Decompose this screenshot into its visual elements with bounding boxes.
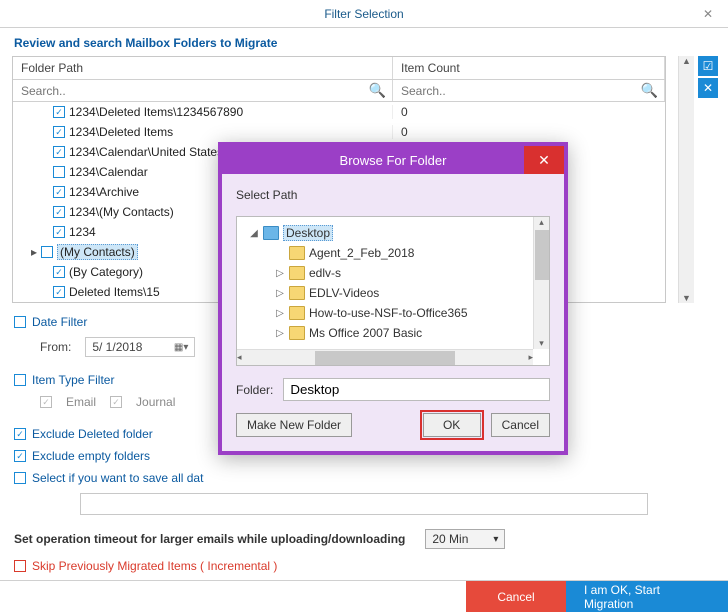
folder-icon — [289, 286, 305, 300]
folder-path-label: (My Contacts) — [57, 244, 138, 260]
table-row[interactable]: 1234\Deleted Items\1234567890 0 — [13, 102, 665, 122]
tree-node-label: Ms Office 2007 Basic — [309, 326, 422, 340]
chevron-down-icon: ▾ — [493, 534, 498, 545]
checkbox[interactable] — [41, 246, 53, 258]
checkbox[interactable] — [14, 316, 26, 328]
dialog-titlebar: Browse For Folder ✕ — [222, 146, 564, 174]
close-icon[interactable]: ✕ — [688, 0, 728, 28]
tree-node[interactable]: Agent_2_Feb_2018 — [241, 243, 545, 263]
folder-path-label: 1234 — [69, 225, 96, 239]
item-count-value: 0 — [393, 105, 665, 119]
checkbox[interactable] — [14, 428, 26, 440]
checkbox[interactable] — [53, 186, 65, 198]
window-titlebar: Filter Selection ✕ — [0, 0, 728, 28]
from-label: From: — [40, 340, 71, 354]
tree-node-label: How-to-use-NSF-to-Office365 — [309, 306, 468, 320]
checkbox[interactable] — [53, 166, 65, 178]
col-folder-path[interactable]: Folder Path — [13, 57, 393, 79]
tree-node[interactable]: ▷ edlv-s — [241, 263, 545, 283]
section-title: Review and search Mailbox Folders to Mig… — [0, 28, 728, 56]
tree-node-label: EDLV-Videos — [309, 286, 379, 300]
table-row[interactable]: 1234\Deleted Items 0 — [13, 122, 665, 142]
checkbox[interactable] — [53, 146, 65, 158]
tree-node-label: Desktop — [283, 225, 333, 241]
expander-icon[interactable]: ▷ — [275, 288, 285, 299]
save-path-input[interactable] — [80, 493, 648, 515]
skip-migrated-option[interactable]: Skip Previously Migrated Items ( Increme… — [0, 555, 728, 577]
checkbox[interactable] — [53, 106, 65, 118]
select-path-label: Select Path — [236, 188, 550, 202]
folder-icon — [289, 246, 305, 260]
tree-vertical-scrollbar[interactable]: ▴▾ — [533, 217, 549, 349]
tree-node-label: edlv-s — [309, 266, 341, 280]
browse-folder-dialog: Browse For Folder ✕ Select Path ◢ Desktop… — [218, 142, 568, 455]
folder-path-label: Deleted Items\15 — [69, 285, 160, 299]
expander-icon[interactable]: ▷ — [275, 308, 285, 319]
cancel-button[interactable]: Cancel — [466, 581, 566, 612]
expander-icon[interactable]: ◢ — [249, 228, 259, 239]
clear-all-icon[interactable]: ✕ — [698, 78, 718, 98]
folder-input[interactable] — [283, 378, 550, 401]
calendar-icon[interactable]: ▦▾ — [174, 342, 188, 353]
checkbox[interactable] — [14, 472, 26, 484]
select-all-icon[interactable]: ☑ — [698, 56, 718, 76]
grid-scrollbar[interactable]: ▲▼ — [678, 56, 694, 303]
grid-search-row: 🔍 🔍 — [13, 80, 665, 102]
tree-node[interactable]: ◢ Desktop — [241, 223, 545, 243]
folder-path-label: 1234\Calendar — [69, 165, 148, 179]
folder-path-label: 1234\Deleted Items\1234567890 — [69, 105, 243, 119]
grid-header: Folder Path Item Count — [13, 57, 665, 80]
dialog-title: Browse For Folder — [340, 153, 447, 168]
cancel-button[interactable]: Cancel — [491, 413, 550, 437]
checkbox[interactable] — [53, 226, 65, 238]
folder-icon — [289, 326, 305, 340]
checkbox[interactable] — [53, 206, 65, 218]
tree-node[interactable]: ▷ How-to-use-NSF-to-Office365 — [241, 303, 545, 323]
checkbox[interactable] — [53, 126, 65, 138]
folder-icon — [289, 306, 305, 320]
footer: Cancel I am OK, Start Migration — [0, 580, 728, 612]
search-icon[interactable]: 🔍 — [641, 82, 658, 99]
tree-node[interactable]: ▷ EDLV-Videos — [241, 283, 545, 303]
search-icon[interactable]: 🔍 — [369, 82, 386, 99]
checkbox — [110, 396, 122, 408]
folder-path-label: (By Category) — [69, 265, 143, 279]
save-all-option[interactable]: Select if you want to save all dat — [0, 467, 728, 489]
item-type-filter-label: Item Type Filter — [32, 373, 114, 387]
col-item-count[interactable]: Item Count — [393, 57, 665, 79]
folder-label: Folder: — [236, 383, 273, 397]
close-icon[interactable]: ✕ — [524, 146, 564, 174]
checkbox[interactable] — [53, 266, 65, 278]
ok-button[interactable]: OK — [423, 413, 481, 437]
window-title: Filter Selection — [324, 7, 403, 21]
from-date-input[interactable]: 5/ 1/2018 ▦▾ — [85, 337, 195, 357]
folder-path-label: 1234\Archive — [69, 185, 139, 199]
folder-path-label: 1234\Deleted Items — [69, 125, 173, 139]
folder-icon — [263, 226, 279, 240]
tree-node[interactable]: ▷ Ms Office 2007 Basic — [241, 323, 545, 343]
search-item-count[interactable] — [399, 83, 641, 99]
timeout-select[interactable]: 20 Min ▾ — [425, 529, 505, 549]
tree-node-label: Agent_2_Feb_2018 — [309, 246, 414, 260]
start-migration-button[interactable]: I am OK, Start Migration — [566, 581, 728, 612]
make-new-folder-button[interactable]: Make New Folder — [236, 413, 352, 437]
tree-horizontal-scrollbar[interactable]: ◂▸ — [237, 349, 533, 365]
checkbox[interactable] — [14, 560, 26, 572]
timeout-label: Set operation timeout for larger emails … — [14, 532, 405, 546]
checkbox[interactable] — [14, 450, 26, 462]
checkbox[interactable] — [53, 286, 65, 298]
folder-path-label: 1234\(My Contacts) — [69, 205, 174, 219]
checkbox[interactable] — [14, 374, 26, 386]
checkbox — [40, 396, 52, 408]
expander-icon[interactable]: ▷ — [275, 268, 285, 279]
folder-icon — [289, 266, 305, 280]
item-count-value: 0 — [393, 125, 665, 139]
expander-icon[interactable]: ▷ — [275, 328, 285, 339]
date-filter-label: Date Filter — [32, 315, 87, 329]
search-folder-path[interactable] — [19, 83, 369, 99]
folder-tree[interactable]: ◢ Desktop Agent_2_Feb_2018 ▷ edlv-s ▷ EDLV-Vid… — [236, 216, 550, 366]
